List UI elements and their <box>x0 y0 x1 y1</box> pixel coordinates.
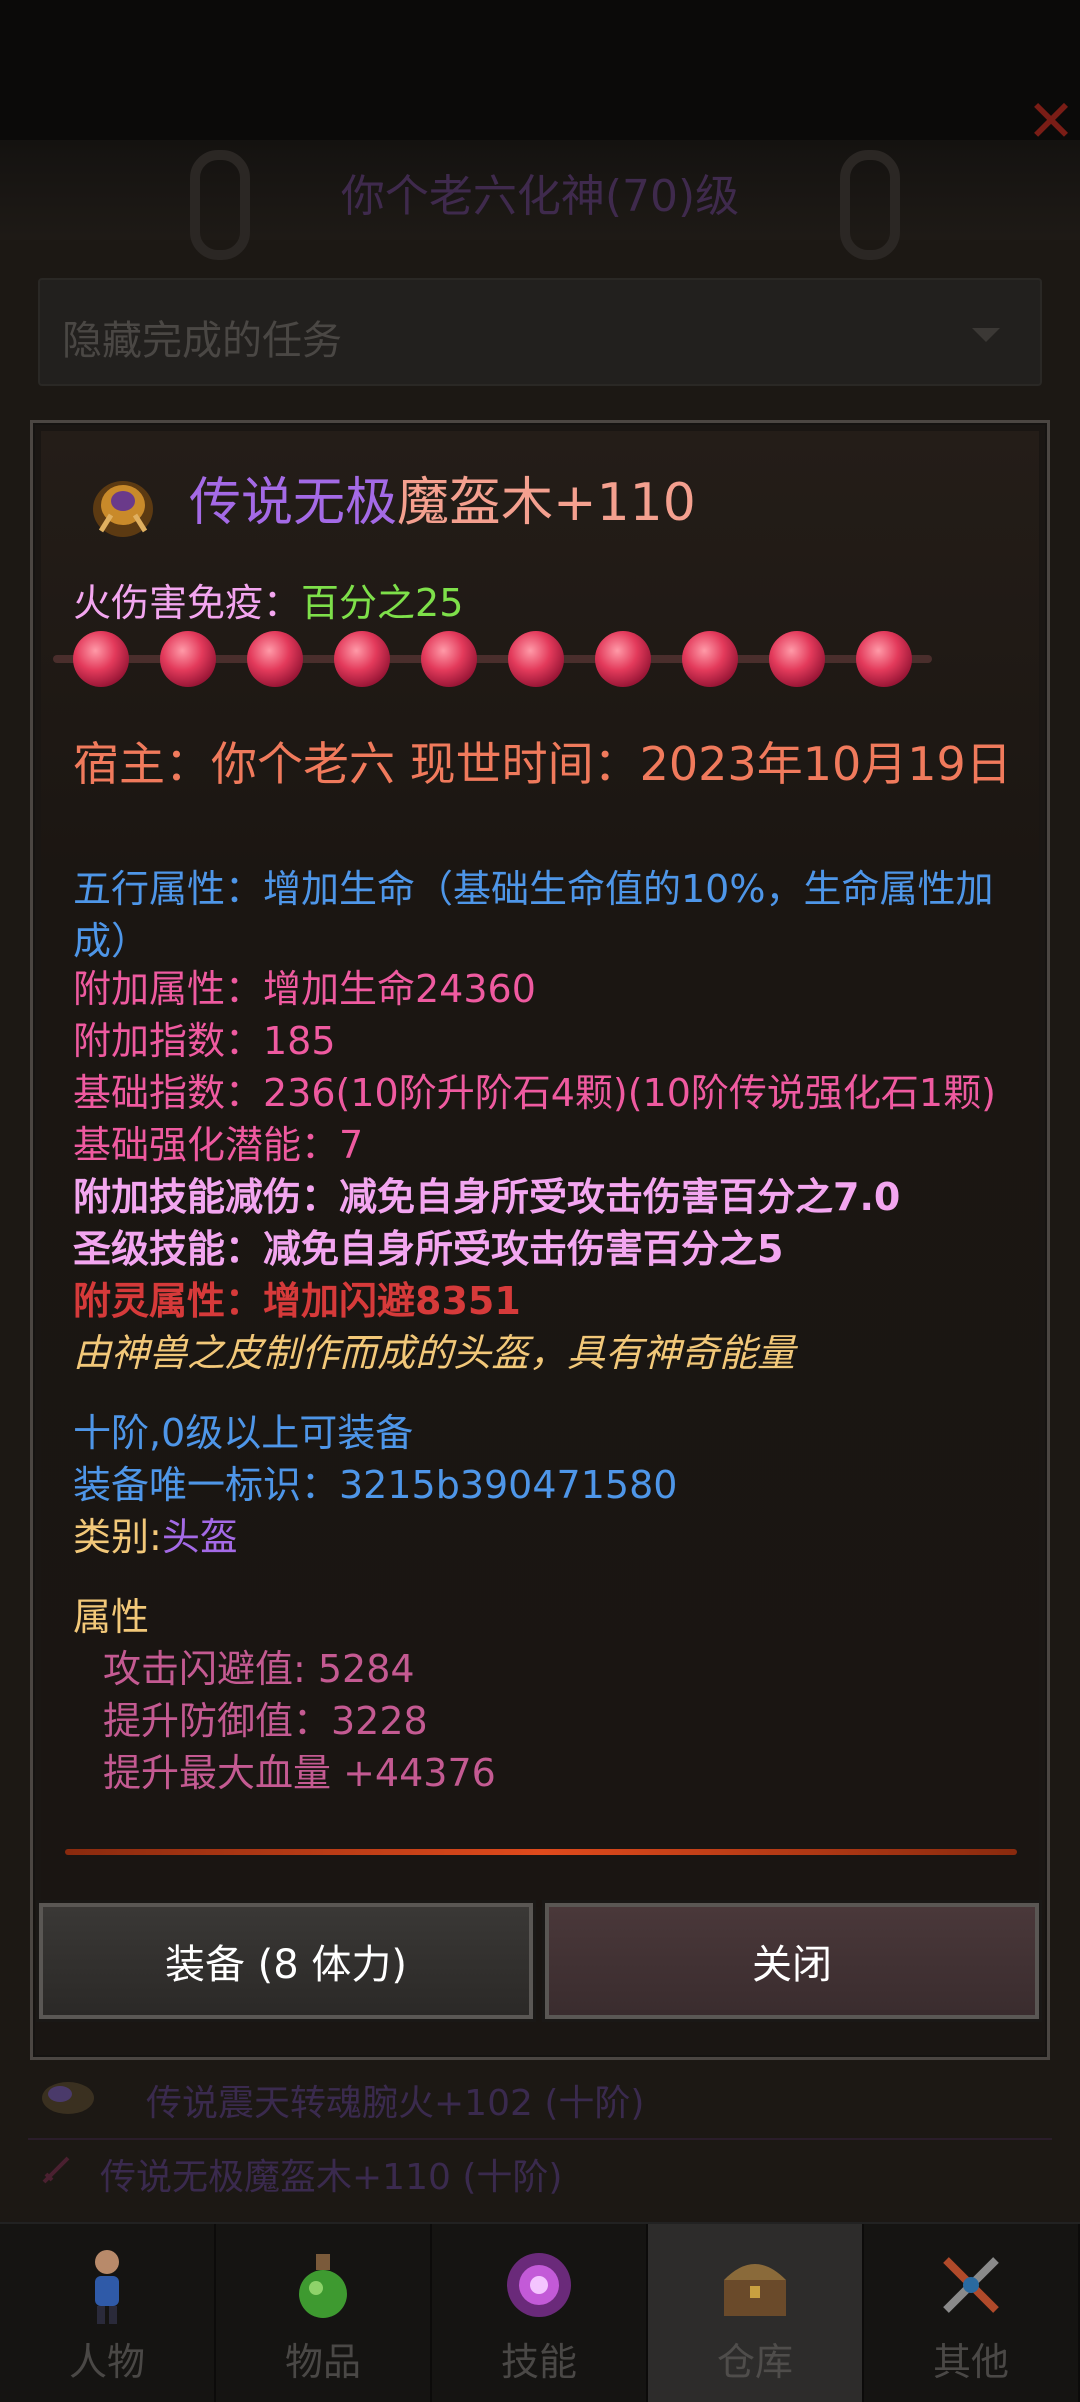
item-detail-dialog: 传说无极魔盔木+110 火伤害免疫：百分之25 宿主：你个老六 现世时间：202… <box>30 420 1050 2060</box>
bottom-nav: 人物 物品 技能 仓库 其他 <box>0 2222 1080 2402</box>
filter-label: 隐藏完成的任务 <box>62 318 342 364</box>
character-icon <box>95 2250 119 2324</box>
nav-label: 人物 <box>68 2340 145 2384</box>
item-title: 传说无极魔盔木+110 <box>189 471 696 535</box>
enhance-orb-icon <box>247 631 303 687</box>
close-icon[interactable]: ✕ <box>1022 92 1080 150</box>
skill-reduction: 附加技能减伤：减免自身所受攻击伤害百分之7.0 <box>73 1175 901 1219</box>
base-index: 基础指数：236(10阶升阶石4颗)(10阶传说强化石1颗) <box>73 1071 996 1115</box>
extra-attribute: 附加属性：增加生命24360 <box>73 967 536 1011</box>
close-button[interactable]: 关闭 <box>545 1903 1039 2019</box>
list-item-label: 传说无极魔盔木+110 (十阶) <box>100 2157 563 2198</box>
potion-icon <box>299 2254 347 2318</box>
list-item[interactable]: 传说震天转魂腕火+102 (十阶) <box>28 2060 1052 2132</box>
enhance-orb-icon <box>769 631 825 687</box>
immunity-label: 火伤害免疫： <box>73 581 302 625</box>
enhance-orb-icon <box>73 631 129 687</box>
enhance-orb-icon <box>595 631 651 687</box>
enhance-orb-icon <box>682 631 738 687</box>
immunity-line: 火伤害免疫：百分之25 <box>73 577 463 629</box>
item-description: 由神兽之皮制作而成的头盔，具有神奇能量 <box>73 1331 796 1375</box>
helmet-icon <box>93 481 153 537</box>
character-title: 你个老六化神(70)级 <box>340 171 740 222</box>
attribute-defense: 提升防御值：3228 <box>103 1699 428 1743</box>
nav-label: 其他 <box>932 2340 1009 2384</box>
category-label: 类别: <box>73 1515 162 1559</box>
nav-tab-items[interactable]: 物品 <box>216 2224 432 2402</box>
nav-tab-other[interactable]: 其他 <box>864 2224 1080 2402</box>
nav-tab-character[interactable]: 人物 <box>0 2224 216 2402</box>
base-potential: 基础强化潜能：7 <box>73 1123 364 1167</box>
enhance-orb-icon <box>856 631 912 687</box>
sword-icon <box>42 2156 70 2184</box>
other-icon <box>943 2257 999 2313</box>
skill-icon <box>507 2253 571 2317</box>
attributes-heading: 属性 <box>73 1595 150 1639</box>
nav-label: 物品 <box>284 2340 361 2384</box>
enhance-orb-icon <box>334 631 390 687</box>
host-line: 宿主：你个老六 现世时间：2023年10月19日 <box>73 737 1012 791</box>
list-item[interactable]: 传说无极魔盔木+110 (十阶) <box>28 2134 1052 2206</box>
item-detail-panel: 传说无极魔盔木+110 火伤害免疫：百分之25 宿主：你个老六 现世时间：202… <box>41 431 1039 1907</box>
chest-icon <box>724 2264 786 2316</box>
task-filter-dropdown[interactable]: 隐藏完成的任务 <box>38 278 1042 386</box>
enhance-orb-icon <box>508 631 564 687</box>
equip-requirement: 十阶,0级以上可装备 <box>73 1411 414 1455</box>
enhance-orb-icon <box>160 631 216 687</box>
unique-id: 装备唯一标识：3215b390471580 <box>73 1463 678 1507</box>
nav-tab-warehouse[interactable]: 仓库 <box>648 2224 864 2402</box>
item-quality: 传说无极 <box>189 473 398 533</box>
equip-button[interactable]: 装备 (8 体力) <box>39 1903 533 2019</box>
nav-tab-skills[interactable]: 技能 <box>432 2224 648 2402</box>
wuxing-attribute: 五行属性：增加生命（基础生命值的10%，生命属性加成） <box>73 867 994 963</box>
extra-index: 附加指数：185 <box>73 1019 336 1063</box>
attribute-max-hp: 提升最大血量 +44376 <box>103 1751 496 1795</box>
immunity-value: 百分之25 <box>301 581 464 625</box>
attribute-dodge: 攻击闪避值: 5284 <box>103 1647 415 1691</box>
holy-skill: 圣级技能：减免自身所受攻击伤害百分之5 <box>73 1227 784 1271</box>
bracer-icon <box>42 2082 94 2114</box>
nav-label: 技能 <box>500 2340 577 2384</box>
divider-line <box>65 1849 1017 1855</box>
chevron-down-icon <box>972 328 1000 342</box>
enhance-orb-icon <box>421 631 477 687</box>
spirit-attribute: 附灵属性：增加闪避8351 <box>73 1279 521 1323</box>
list-item-label: 传说震天转魂腕火+102 (十阶) <box>146 2083 645 2124</box>
category-value: 头盔 <box>161 1515 238 1559</box>
nav-label: 仓库 <box>716 2340 793 2384</box>
item-name: 魔盔木+110 <box>397 473 696 533</box>
category-line: 类别:头盔 <box>73 1511 238 1563</box>
